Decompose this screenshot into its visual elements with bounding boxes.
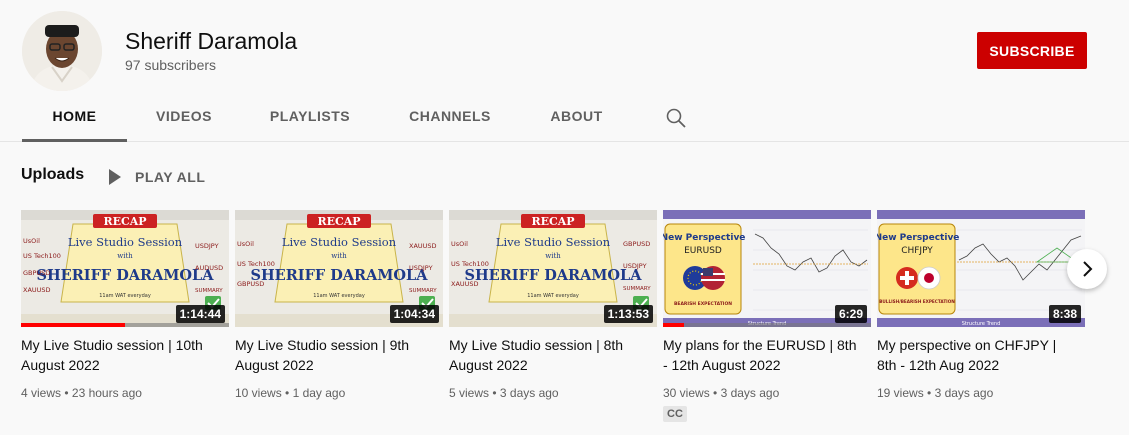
video-meta: 30 views • 3 days ago — [663, 386, 780, 400]
video-title[interactable]: My plans for the EURUSD | 8th - 12th Aug… — [663, 335, 863, 375]
watch-progress — [21, 323, 229, 327]
video-thumbnail[interactable]: RECAP Live Studio Session with SHERIFF D… — [449, 210, 657, 327]
channel-name: Sheriff Daramola — [125, 28, 298, 54]
video-duration: 6:29 — [834, 305, 867, 323]
video-thumbnail[interactable]: RECAP Live Studio Session with SHERIFF D… — [235, 210, 443, 327]
cc-badge: CC — [663, 406, 687, 422]
thumbnail-left-label: GBPUSD — [23, 269, 50, 277]
video-title[interactable]: My Live Studio session | 10th August 202… — [21, 335, 221, 375]
thumbnail-heading: New Perspective — [663, 233, 745, 243]
subscriber-count: 97 subscribers — [125, 57, 217, 73]
thumbnail-left-label: UsOil — [451, 240, 468, 248]
thumbnail-name: SHERIFF DARAMOLA — [251, 267, 429, 284]
video-duration: 1:14:44 — [175, 305, 225, 323]
thumbnail-pair: CHFJPY — [901, 246, 933, 256]
video-age: 3 days ago — [720, 386, 780, 400]
shelf-next-button[interactable] — [1067, 249, 1107, 289]
thumbnail-line2: with — [545, 252, 561, 260]
video-age: 1 day ago — [292, 386, 346, 400]
thumbnail-right-label: USDJPY — [623, 262, 647, 270]
tab-home[interactable]: HOME — [22, 94, 127, 142]
video-title[interactable]: My Live Studio session | 8th August 2022 — [449, 335, 649, 375]
video-views: 30 views — [663, 386, 710, 400]
thumbnail-left-label: UsOil — [23, 237, 40, 245]
uploads-heading[interactable]: Uploads — [21, 166, 84, 184]
thumbnail-bottom-label: Structure Trend — [962, 321, 1001, 327]
thumbnail-heading: New Perspective — [877, 233, 959, 243]
play-icon — [109, 169, 121, 185]
thumbnail-banner: RECAP — [317, 215, 360, 228]
thumbnail-right-label: SUMMARY — [623, 286, 651, 292]
chevron-right-icon — [1083, 261, 1093, 277]
video-views: 19 views — [877, 386, 924, 400]
video-views: 4 views — [21, 386, 62, 400]
thumbnail-right-label: XAUUSD — [409, 242, 437, 250]
thumbnail-left-label: XAUUSD — [23, 286, 51, 294]
tab-playlists[interactable]: PLAYLISTS — [265, 94, 355, 139]
thumbnail-footer: 11am WAT everyday — [99, 293, 151, 299]
video-duration: 1:13:53 — [603, 305, 653, 323]
tab-videos[interactable]: VIDEOS — [144, 94, 224, 139]
tab-channels[interactable]: CHANNELS — [405, 94, 495, 139]
video-title[interactable]: My Live Studio session | 9th August 2022 — [235, 335, 435, 375]
video-meta: 5 views • 3 days ago — [449, 386, 559, 400]
video-thumbnail[interactable]: Structure Trend New Perspective CHFJPY B… — [877, 210, 1085, 327]
thumbnail-left-label: US Tech100 — [23, 252, 61, 260]
thumbnail-left-label: XAUUSD — [451, 280, 479, 288]
thumbnail-right-label: SUMMARY — [195, 288, 223, 294]
thumbnail-caption: BULLISH/BEARISH EXPECTATION — [879, 299, 955, 304]
thumbnail-line1: Live Studio Session — [496, 235, 611, 249]
thumbnail-name: SHERIFF DARAMOLA — [465, 267, 643, 284]
play-all-label: PLAY ALL — [135, 169, 206, 185]
thumbnail-line2: with — [331, 252, 347, 260]
thumbnail-right-label: GBPUSD — [623, 240, 650, 248]
tab-about[interactable]: ABOUT — [544, 94, 609, 139]
video-title[interactable]: My perspective on CHFJPY | 8th - 12th Au… — [877, 335, 1077, 375]
search-icon[interactable] — [665, 107, 687, 129]
thumbnail-left-label: US Tech100 — [237, 260, 275, 268]
video-thumbnail[interactable]: RECAP Live Studio Session with SHERIFF D… — [21, 210, 229, 327]
thumbnail-line1: Live Studio Session — [282, 235, 397, 249]
thumbnail-banner: RECAP — [531, 215, 574, 228]
video-age: 3 days ago — [499, 386, 559, 400]
video-age: 3 days ago — [934, 386, 994, 400]
thumbnail-name: SHERIFF DARAMOLA — [37, 267, 215, 284]
thumbnail-left-label: GBPUSD — [237, 280, 264, 288]
thumbnail-right-label: SUMMARY — [409, 288, 437, 294]
thumbnail-banner: RECAP — [103, 215, 146, 228]
video-age: 23 hours ago — [71, 386, 142, 400]
thumbnail-pair: EURUSD — [684, 246, 722, 256]
thumbnail-left-label: UsOil — [237, 240, 254, 248]
channel-header: Sheriff Daramola 97 subscribers SUBSCRIB… — [0, 0, 1129, 142]
thumbnail-footer: 11am WAT everyday — [527, 293, 579, 299]
video-views: 10 views — [235, 386, 282, 400]
channel-avatar[interactable] — [22, 11, 102, 91]
watch-progress-fill — [663, 323, 684, 327]
thumbnail-footer: 11am WAT everyday — [313, 293, 365, 299]
thumbnail-right-label: AUDUSD — [195, 264, 223, 272]
video-duration: 1:04:34 — [389, 305, 439, 323]
thumbnail-right-label: USDJPY — [195, 242, 219, 250]
thumbnail-line1: Live Studio Session — [68, 235, 183, 249]
watch-progress — [663, 323, 871, 327]
video-thumbnail[interactable]: Structure Trend New Perspective EURUSD B… — [663, 210, 871, 327]
watch-progress-fill — [21, 323, 125, 327]
thumbnail-caption: BEARISH EXPECTATION — [674, 301, 732, 307]
thumbnail-right-label: USDJPY — [409, 264, 433, 272]
video-meta: 10 views • 1 day ago — [235, 386, 346, 400]
thumbnail-line2: with — [117, 252, 133, 260]
video-views: 5 views — [449, 386, 490, 400]
video-meta: 4 views • 23 hours ago — [21, 386, 142, 400]
video-meta: 19 views • 3 days ago — [877, 386, 994, 400]
video-duration: 8:38 — [1048, 305, 1081, 323]
thumbnail-left-label: US Tech100 — [451, 260, 489, 268]
subscribe-button[interactable]: SUBSCRIBE — [977, 32, 1087, 69]
